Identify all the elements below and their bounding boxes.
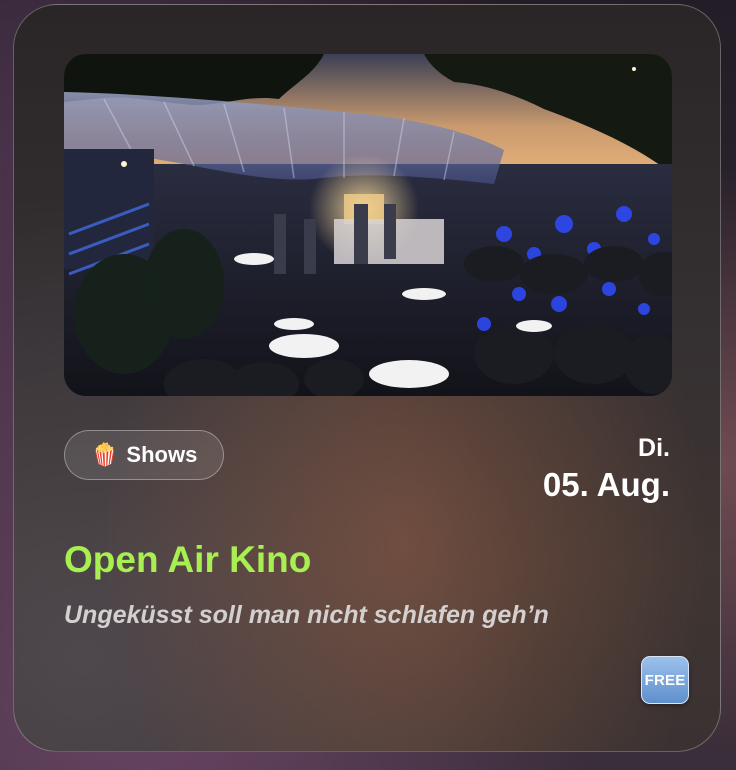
event-date-text: 05. Aug. xyxy=(542,466,670,503)
event-weekday: Di. xyxy=(638,434,670,462)
event-subtitle: Ungeküsst soll man nicht schlafen geh’n xyxy=(64,601,549,629)
popcorn-icon: 🍿 xyxy=(91,442,119,467)
event-title[interactable]: Open Air Kino xyxy=(64,539,311,581)
free-icon: FREE xyxy=(641,656,689,704)
category-label: Shows xyxy=(126,442,198,467)
category-tag-button[interactable]: 🍿 Shows xyxy=(64,430,225,480)
event-date: Di. 05. Aug. xyxy=(543,433,670,505)
event-card[interactable]: 🍿 Shows Di. 05. Aug. Open Air Kino Ungek… xyxy=(13,4,721,752)
event-photo xyxy=(64,54,672,396)
